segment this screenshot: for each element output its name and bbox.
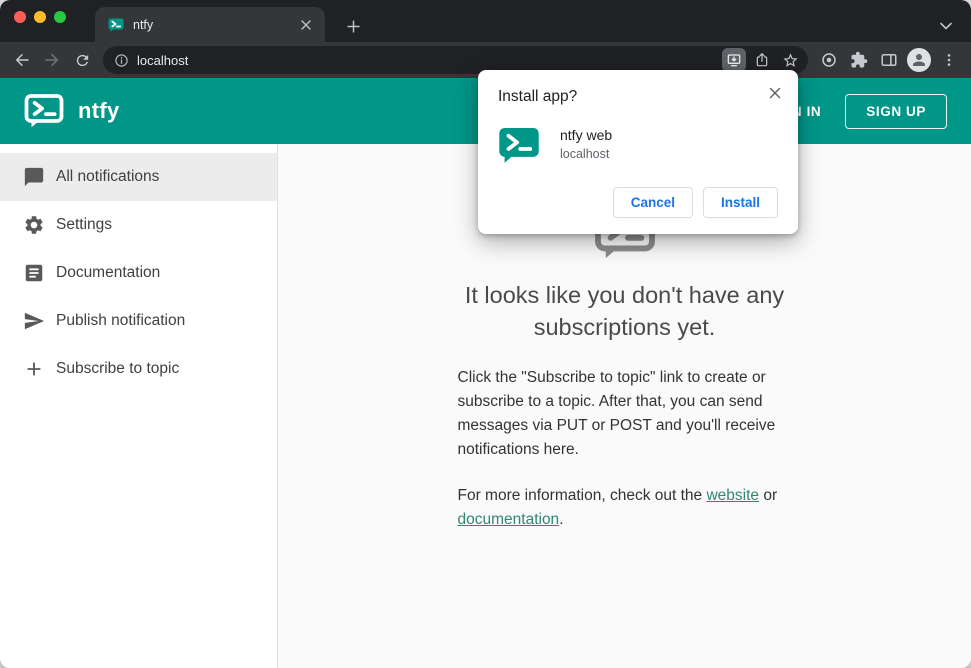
sidebar-item-all-notifications[interactable]: All notifications xyxy=(0,153,277,201)
site-info-icon[interactable] xyxy=(114,53,129,68)
sidebar-item-documentation[interactable]: Documentation xyxy=(0,249,277,297)
sidebar-item-label: Settings xyxy=(56,216,113,233)
send-icon xyxy=(24,312,45,330)
browser-titlebar: ntfy xyxy=(0,0,971,42)
sidebar-item-publish-notification[interactable]: Publish notification xyxy=(0,297,277,345)
ntfy-logo-icon xyxy=(24,94,64,128)
documentation-link[interactable]: documentation xyxy=(458,511,560,528)
dialog-close-icon[interactable] xyxy=(764,82,786,104)
close-window-button[interactable] xyxy=(14,11,26,23)
share-icon[interactable] xyxy=(750,48,774,72)
more-info-paragraph: For more information, check out the webs… xyxy=(457,486,778,528)
tab-search-chevron-icon[interactable] xyxy=(933,13,959,39)
sidebar-item-label: All notifications xyxy=(56,168,160,185)
ntfy-favicon-icon xyxy=(108,18,124,32)
minimize-window-button[interactable] xyxy=(34,11,46,23)
new-tab-button[interactable] xyxy=(340,13,366,39)
sidebar-item-label: Subscribe to topic xyxy=(56,360,180,377)
website-link[interactable]: website xyxy=(706,487,759,504)
empty-state: It looks like you don't have any subscri… xyxy=(439,206,811,532)
sidebar-item-label: Publish notification xyxy=(56,312,186,329)
install-app-icon[interactable] xyxy=(722,48,746,72)
tab-close-icon[interactable] xyxy=(297,16,315,34)
plus-icon xyxy=(27,362,41,376)
sign-up-button[interactable]: SIGN UP xyxy=(845,93,947,129)
install-button[interactable]: Install xyxy=(702,187,778,218)
address-url-text: localhost xyxy=(137,52,189,68)
extension-icon[interactable] xyxy=(814,45,844,75)
sidebar-item-label: Documentation xyxy=(56,264,161,281)
install-app-dialog: Install app? ntfy web localhost Cancel I… xyxy=(478,70,798,234)
cancel-button[interactable]: Cancel xyxy=(612,187,693,218)
tab-title: ntfy xyxy=(133,17,154,32)
extensions-puzzle-icon[interactable] xyxy=(844,45,874,75)
chat-icon xyxy=(24,167,44,187)
gear-icon xyxy=(25,216,43,234)
brand-name: ntfy xyxy=(78,98,120,123)
document-icon xyxy=(25,264,43,282)
zoom-window-button[interactable] xyxy=(54,11,66,23)
dialog-title: Install app? xyxy=(498,88,578,105)
empty-state-heading: It looks like you don't have any subscri… xyxy=(464,282,785,341)
profile-avatar[interactable] xyxy=(907,48,931,72)
side-panel-icon[interactable] xyxy=(874,45,904,75)
dialog-app-origin: localhost xyxy=(560,147,610,161)
back-button[interactable] xyxy=(7,45,37,75)
bookmark-star-icon[interactable] xyxy=(778,48,802,72)
ntfy-app-icon xyxy=(499,127,539,163)
dialog-app-name: ntfy web xyxy=(560,127,613,143)
sidebar: All notifications Settings Documentation… xyxy=(0,144,278,668)
reload-button[interactable] xyxy=(67,45,97,75)
browser-menu-icon[interactable] xyxy=(934,45,964,75)
window-controls xyxy=(14,11,66,23)
browser-window: ntfy localhost ntfy IN SIGN UP All notif… xyxy=(0,0,971,668)
sidebar-item-settings[interactable]: Settings xyxy=(0,201,277,249)
forward-button[interactable] xyxy=(37,45,67,75)
browser-tab-ntfy[interactable]: ntfy xyxy=(95,7,325,42)
empty-state-paragraph: Click the "Subscribe to topic" link to c… xyxy=(457,368,776,458)
sidebar-item-subscribe-to-topic[interactable]: Subscribe to topic xyxy=(0,345,277,393)
